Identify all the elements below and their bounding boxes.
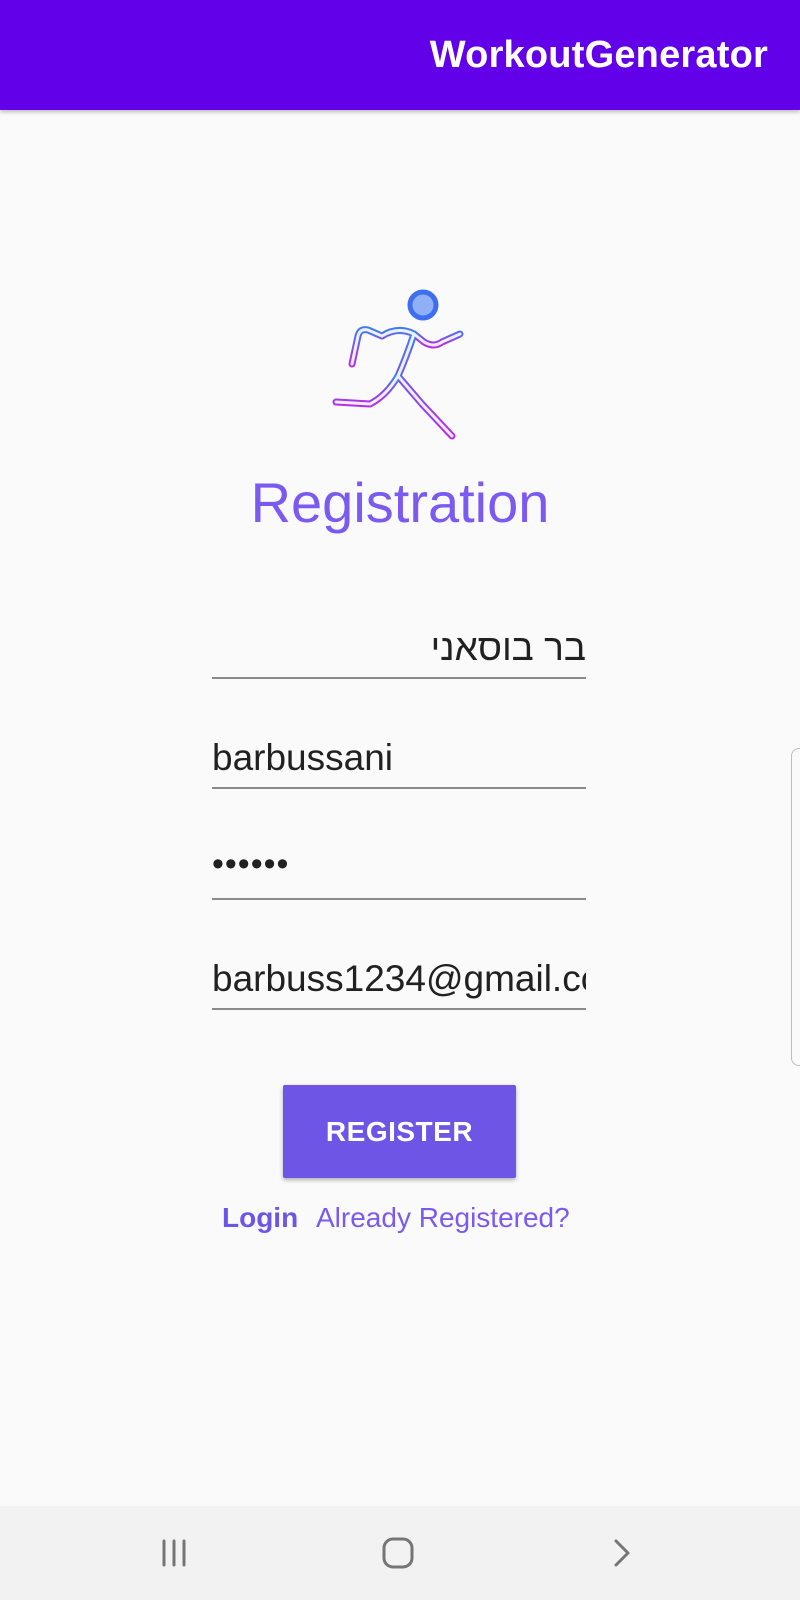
username-value: barbussani: [212, 737, 394, 778]
register-button[interactable]: REGISTER: [283, 1085, 516, 1178]
full-name-value: בר בוסאני: [430, 627, 586, 668]
email-value: barbuss1234@gmail.com: [212, 958, 586, 999]
running-person-icon: [332, 289, 464, 440]
back-icon[interactable]: [592, 1528, 652, 1578]
email-field[interactable]: barbuss1234@gmail.com: [212, 948, 586, 1010]
login-link[interactable]: Login: [222, 1202, 298, 1234]
username-field[interactable]: barbussani: [212, 727, 586, 789]
password-value: ••••••: [212, 845, 290, 883]
password-field[interactable]: ••••••: [212, 838, 586, 900]
edge-panel-handle[interactable]: [791, 748, 800, 1066]
full-name-field[interactable]: בר בוסאני: [212, 617, 586, 679]
app-bar: WorkoutGenerator: [0, 0, 800, 110]
recent-apps-icon[interactable]: [144, 1528, 204, 1578]
page-title: Registration: [250, 471, 550, 534]
registration-screen: WorkoutGenerator Registration בר בוסאני …: [0, 0, 800, 1600]
home-icon[interactable]: [368, 1528, 428, 1578]
system-nav-bar: [0, 1506, 800, 1600]
already-registered-label: Already Registered?: [316, 1202, 570, 1233]
app-title: WorkoutGenerator: [429, 34, 768, 76]
